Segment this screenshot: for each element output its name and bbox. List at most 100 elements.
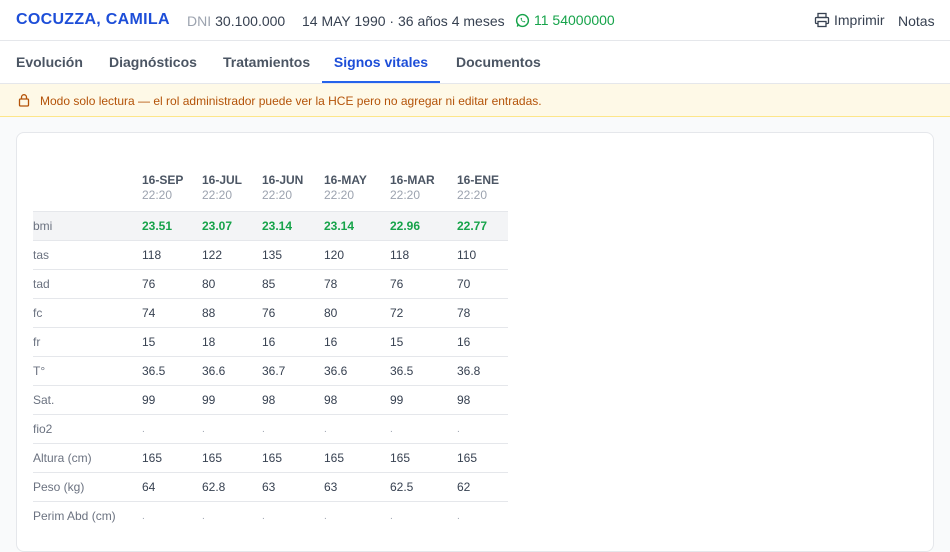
vitals-cell: 36.6 <box>324 356 390 386</box>
vitals-row-label: fc <box>33 298 142 328</box>
vitals-cell: 22.77 <box>457 211 508 241</box>
vitals-cell: 165 <box>324 443 390 473</box>
vitals-row-label: Sat. <box>33 385 142 415</box>
tab-signos-vitales[interactable]: Signos vitales <box>322 41 440 83</box>
vitals-row: fio2...... <box>33 414 508 444</box>
vitals-cell: . <box>390 501 457 531</box>
vitals-cell: 165 <box>142 443 202 473</box>
vitals-row-label: Peso (kg) <box>33 472 142 502</box>
vitals-cell: 22.96 <box>390 211 457 241</box>
vitals-cell: 62 <box>457 472 508 502</box>
column-header: 16-JUL 22:20 <box>202 169 262 212</box>
vitals-cell: . <box>202 501 262 531</box>
vitals-cell: 80 <box>324 298 390 328</box>
notes-button[interactable]: Notas <box>898 13 935 29</box>
vitals-row: tas 118 122 135 120 118 110 <box>33 240 508 270</box>
vitals-cell: 62.8 <box>202 472 262 502</box>
vitals-cell: 118 <box>390 240 457 270</box>
vitals-cell: 16 <box>457 327 508 357</box>
vitals-table: 16-SEP 22:20 16-JUL 22:20 16-JUN 22:20 16-M… <box>33 169 508 531</box>
vitals-cell: . <box>202 414 262 444</box>
vitals-row-label: bmi <box>33 211 142 241</box>
vitals-cell: 70 <box>457 269 508 299</box>
vitals-cell: 23.51 <box>142 211 202 241</box>
column-time: 22:20 <box>142 188 173 202</box>
vitals-row: T° 36.5 36.6 36.7 36.6 36.5 36.8 <box>33 356 508 386</box>
patient-header: COCUZZA, CAMILA DNI 30.100.000 14 MAY 199… <box>0 0 950 41</box>
patient-name: COCUZZA, CAMILA <box>16 11 170 28</box>
lock-icon <box>18 94 30 107</box>
patient-dob: 14 MAY 1990 · 36 años 4 meses <box>302 13 505 29</box>
vitals-row-label: T° <box>33 356 142 386</box>
patient-dni: DNI 30.100.000 <box>187 13 285 29</box>
vitals-cell: 78 <box>457 298 508 328</box>
vitals-body: bmi 23.51 23.07 23.14 23.14 22.96 22.77 tas 118 1… <box>33 211 508 531</box>
vitals-row-label: fr <box>33 327 142 357</box>
column-date: 16-MAY <box>324 173 367 187</box>
vitals-cell: 110 <box>457 240 508 270</box>
column-date: 16-JUN <box>262 173 304 187</box>
whatsapp-icon <box>515 13 530 27</box>
vitals-cell: 36.8 <box>457 356 508 386</box>
vitals-cell: 16 <box>324 327 390 357</box>
vitals-row: Perim Abd (cm)...... <box>33 501 508 531</box>
header-empty-cell <box>33 169 142 212</box>
vitals-cell: 18 <box>202 327 262 357</box>
vitals-row-label: Altura (cm) <box>33 443 142 473</box>
vitals-cell: 78 <box>324 269 390 299</box>
column-header: 16-SEP 22:20 <box>142 169 202 212</box>
tab-diagnosticos[interactable]: Diagnósticos <box>109 41 197 83</box>
printer-icon <box>814 12 830 28</box>
vitals-cell: 62.5 <box>390 472 457 502</box>
vitals-cell: . <box>457 501 508 531</box>
tab-documentos[interactable]: Documentos <box>456 41 541 83</box>
tab-tratamientos[interactable]: Tratamientos <box>223 41 310 83</box>
vitals-cell: 85 <box>262 269 324 299</box>
vitals-cell: 99 <box>390 385 457 415</box>
vitals-cell: . <box>262 501 324 531</box>
vitals-cell: . <box>324 414 390 444</box>
column-date: 16-MAR <box>390 173 435 187</box>
vitals-cell: 98 <box>457 385 508 415</box>
vitals-cell: 118 <box>142 240 202 270</box>
vitals-cell: 120 <box>324 240 390 270</box>
vitals-row-label: tas <box>33 240 142 270</box>
vitals-row: Altura (cm) 165 165 165 165 165 165 <box>33 443 508 473</box>
print-button[interactable]: Imprimir <box>814 12 885 28</box>
vitals-cell: 76 <box>390 269 457 299</box>
vitals-cell: 165 <box>202 443 262 473</box>
vitals-cell: . <box>390 414 457 444</box>
column-header: 16-MAR 22:20 <box>390 169 457 212</box>
tab-evolucion[interactable]: Evolución <box>16 41 83 83</box>
vitals-cell: 64 <box>142 472 202 502</box>
vitals-row: Sat. 99 99 98 98 99 98 <box>33 385 508 415</box>
column-date: 16-ENE <box>457 173 500 187</box>
vitals-cell: 122 <box>202 240 262 270</box>
vitals-cell: 80 <box>202 269 262 299</box>
vitals-cell: 36.5 <box>142 356 202 386</box>
tab-bar: Evolución Diagnósticos Tratamientos Sign… <box>0 41 950 84</box>
dni-value: 30.100.000 <box>215 13 286 29</box>
vitals-cell: 16 <box>262 327 324 357</box>
vitals-row: fc 74 88 76 80 72 78 <box>33 298 508 328</box>
vitals-card: 16-SEP 22:20 16-JUL 22:20 16-JUN 22:20 16-M… <box>16 132 934 552</box>
column-header: 16-JUN 22:20 <box>262 169 324 212</box>
vitals-cell: 63 <box>262 472 324 502</box>
vitals-cell: 98 <box>324 385 390 415</box>
vitals-cell: 23.14 <box>262 211 324 241</box>
vitals-header-row: 16-SEP 22:20 16-JUL 22:20 16-JUN 22:20 16-M… <box>33 169 508 212</box>
vitals-cell: 15 <box>390 327 457 357</box>
vitals-row: Peso (kg) 64 62.8 63 63 62.5 62 <box>33 472 508 502</box>
vitals-cell: 63 <box>324 472 390 502</box>
vitals-cell: . <box>142 501 202 531</box>
vitals-cell: 76 <box>262 298 324 328</box>
vitals-cell: . <box>457 414 508 444</box>
vitals-cell: 23.14 <box>324 211 390 241</box>
vitals-row: tad 76 80 85 78 76 70 <box>33 269 508 299</box>
whatsapp-link[interactable]: 11 54000000 <box>515 12 615 28</box>
vitals-cell: . <box>142 414 202 444</box>
print-label: Imprimir <box>834 12 885 28</box>
column-time: 22:20 <box>457 188 488 202</box>
vitals-cell: 135 <box>262 240 324 270</box>
column-time: 22:20 <box>324 188 355 202</box>
